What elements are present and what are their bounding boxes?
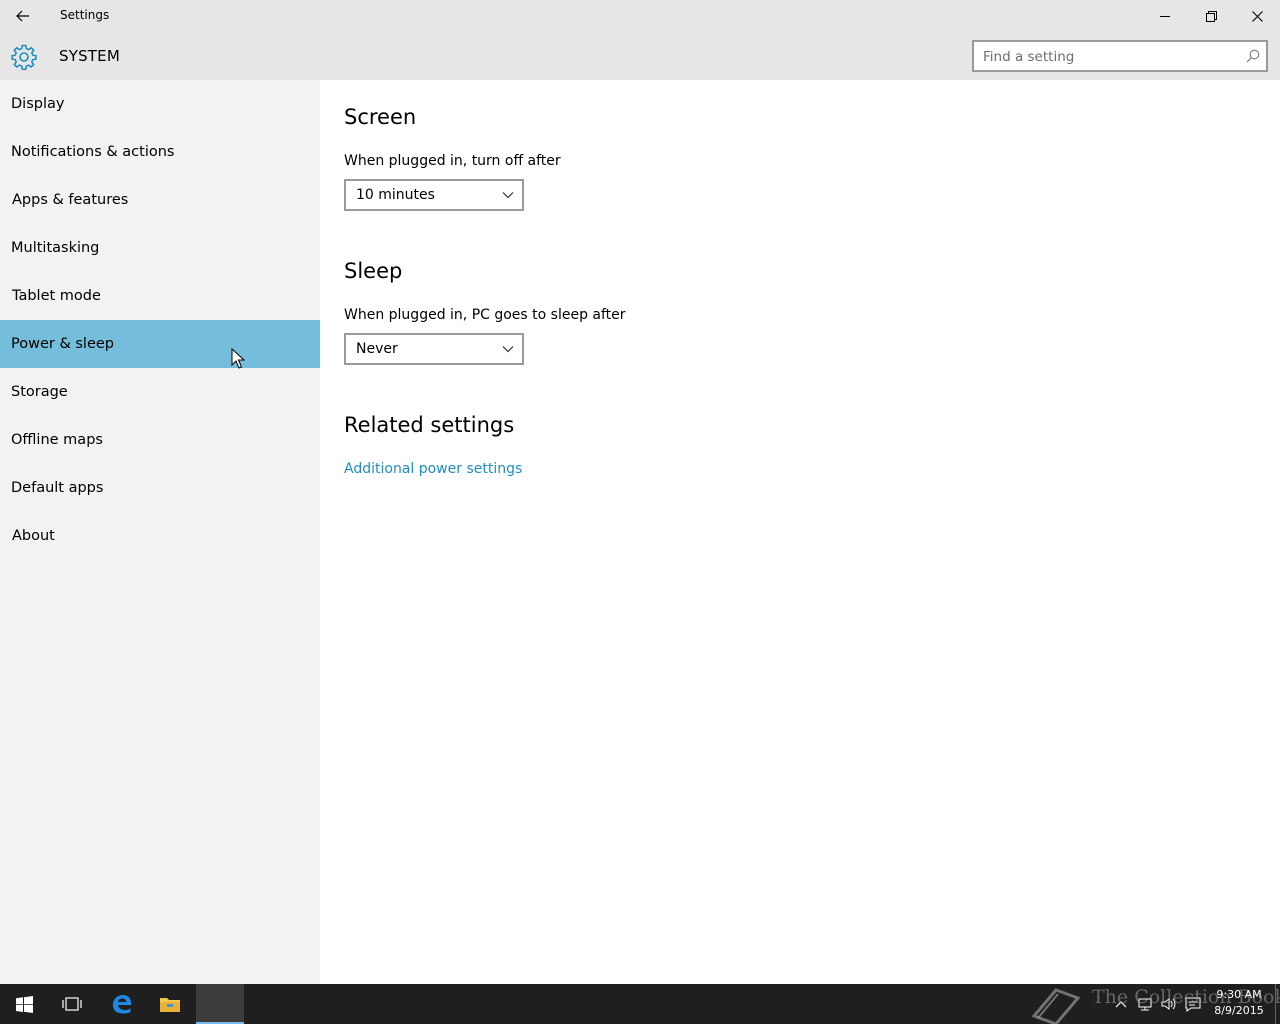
mouse-cursor-icon bbox=[231, 348, 245, 369]
page-title: SYSTEM bbox=[59, 47, 120, 65]
sidebar-item-notifications[interactable]: Notifications & actions bbox=[0, 128, 320, 176]
minimize-icon bbox=[1160, 16, 1170, 17]
task-view-button[interactable] bbox=[48, 984, 96, 1024]
edge-icon bbox=[113, 995, 131, 1014]
sidebar-item-display[interactable]: Display bbox=[0, 80, 320, 128]
main-content: Screen When plugged in, turn off after 1… bbox=[320, 80, 1280, 984]
sleep-timeout-dropdown[interactable]: Never bbox=[344, 333, 524, 365]
sidebar-item-apps-features[interactable]: Apps & features bbox=[0, 176, 320, 224]
gear-icon bbox=[11, 44, 37, 70]
show-desktop-button[interactable] bbox=[1275, 984, 1276, 1024]
settings-header: SYSTEM bbox=[0, 32, 1280, 80]
title-bar: Settings bbox=[0, 0, 1280, 32]
restore-icon bbox=[1205, 10, 1217, 22]
clock-date[interactable]: 8/9/2015 bbox=[1208, 1004, 1270, 1017]
back-arrow-icon bbox=[16, 10, 29, 22]
screen-timeout-value: 10 minutes bbox=[356, 187, 435, 203]
close-button[interactable] bbox=[1234, 0, 1280, 32]
taskbar bbox=[0, 984, 1280, 1024]
sidebar-item-power-sleep[interactable]: Power & sleep bbox=[0, 320, 320, 368]
settings-taskbar-button[interactable] bbox=[196, 984, 244, 1024]
sleep-timeout-value: Never bbox=[356, 341, 398, 357]
search-box[interactable] bbox=[972, 40, 1268, 72]
sidebar-item-storage[interactable]: Storage bbox=[0, 368, 320, 416]
sidebar: Display Notifications & actions Apps & f… bbox=[0, 80, 320, 984]
sidebar-item-multitasking[interactable]: Multitasking bbox=[0, 224, 320, 272]
windows-logo-icon bbox=[15, 995, 33, 1013]
clock-time[interactable]: 9:30 AM bbox=[1208, 988, 1270, 1001]
minimize-button[interactable] bbox=[1142, 0, 1188, 32]
sidebar-item-tablet-mode[interactable]: Tablet mode bbox=[0, 272, 320, 320]
file-explorer-button[interactable] bbox=[146, 984, 194, 1024]
restore-button[interactable] bbox=[1188, 0, 1234, 32]
task-view-icon bbox=[62, 997, 82, 1011]
sleep-timeout-label: When plugged in, PC goes to sleep after bbox=[344, 307, 626, 323]
start-button[interactable] bbox=[0, 984, 48, 1024]
chevron-down-icon bbox=[502, 346, 514, 353]
back-button[interactable] bbox=[0, 0, 46, 32]
additional-power-settings-link[interactable]: Additional power settings bbox=[344, 461, 522, 477]
folder-icon bbox=[160, 998, 180, 1012]
screen-section-title: Screen bbox=[344, 105, 417, 129]
screen-timeout-label: When plugged in, turn off after bbox=[344, 153, 561, 169]
related-settings-title: Related settings bbox=[344, 413, 515, 437]
chevron-down-icon bbox=[502, 192, 514, 199]
close-icon bbox=[1251, 10, 1263, 22]
window-title: Settings bbox=[60, 8, 110, 22]
sidebar-item-default-apps[interactable]: Default apps bbox=[0, 464, 320, 512]
edge-browser-button[interactable] bbox=[98, 984, 146, 1024]
sleep-section-title: Sleep bbox=[344, 259, 403, 283]
sidebar-item-offline-maps[interactable]: Offline maps bbox=[0, 416, 320, 464]
search-icon[interactable] bbox=[1246, 49, 1260, 63]
book-logo-icon bbox=[1031, 988, 1081, 1024]
search-input[interactable] bbox=[983, 47, 1233, 67]
screen-timeout-dropdown[interactable]: 10 minutes bbox=[344, 179, 524, 211]
sidebar-item-about[interactable]: About bbox=[0, 512, 320, 560]
